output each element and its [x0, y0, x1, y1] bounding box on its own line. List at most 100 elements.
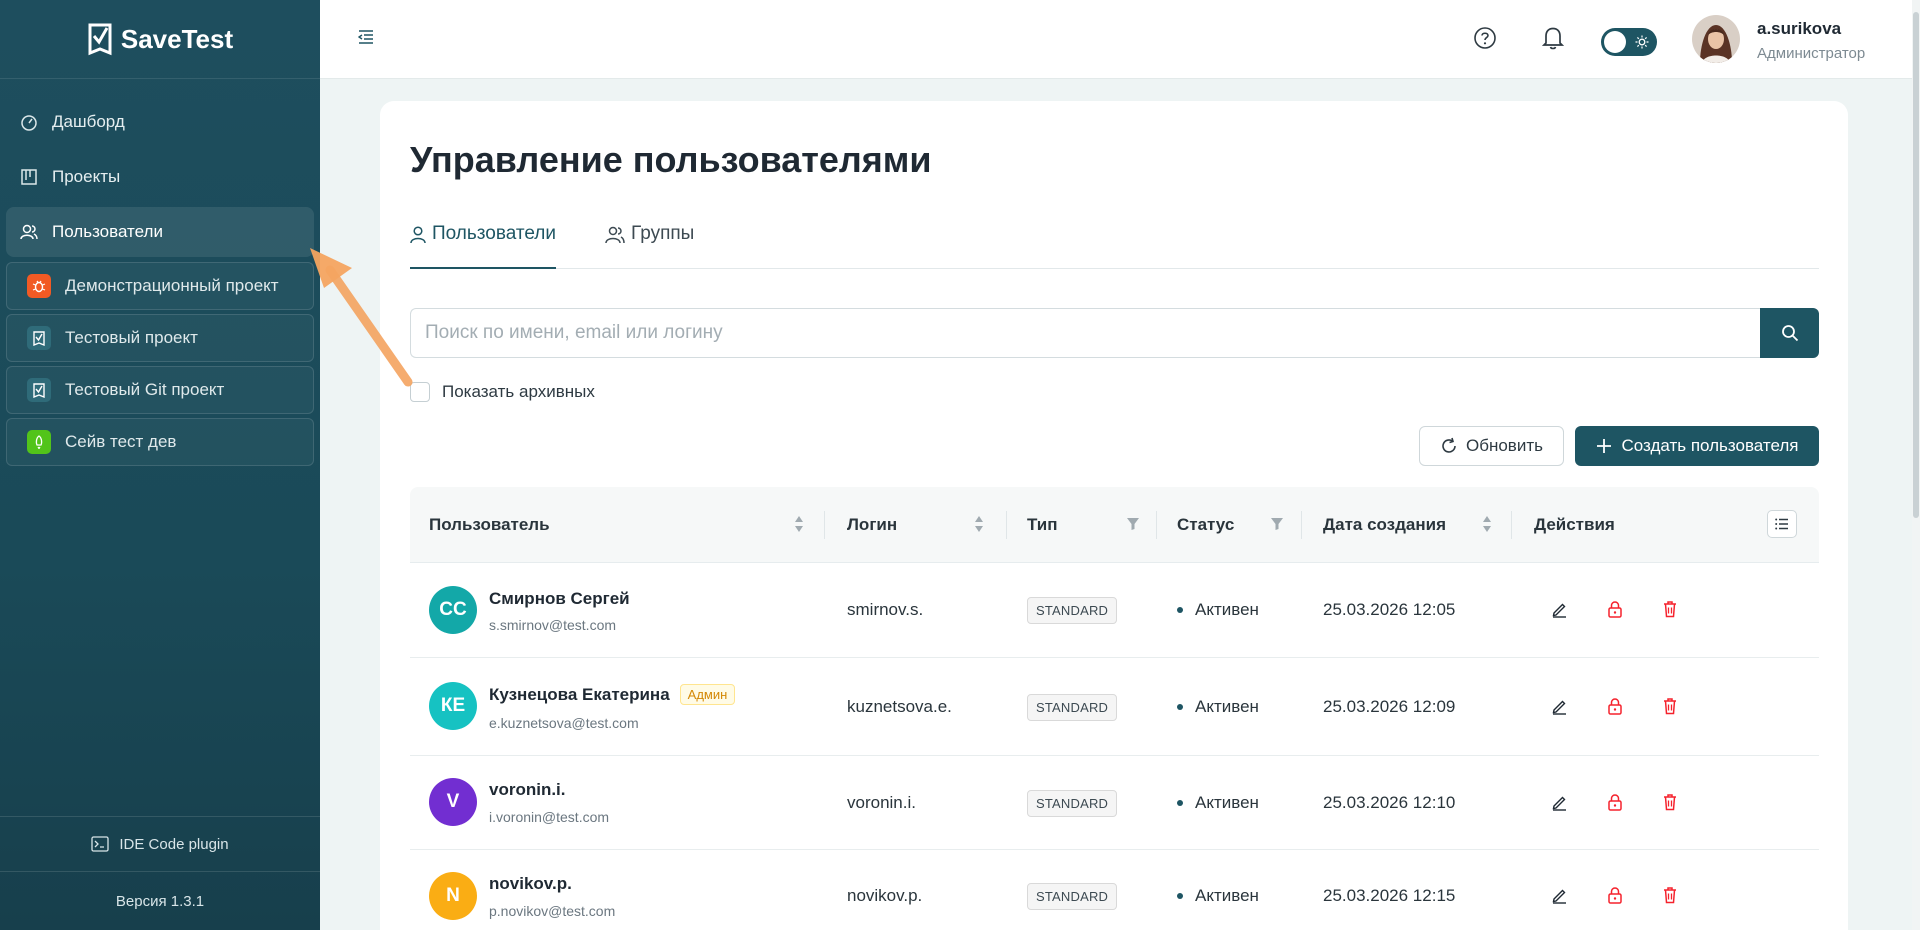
column-divider	[1006, 511, 1007, 539]
user-avatar[interactable]	[1692, 15, 1740, 63]
search-input[interactable]	[410, 308, 1760, 358]
user-email: p.novikov@test.com	[489, 903, 616, 919]
user-name: voronin.i.	[489, 780, 566, 799]
lock-icon[interactable]	[1607, 697, 1623, 720]
search-bar	[410, 308, 1819, 358]
toggle-knob	[1604, 31, 1626, 53]
search-button[interactable]	[1760, 308, 1819, 358]
plugin-label: IDE Code plugin	[119, 835, 229, 853]
table-row[interactable]: КЕ Кузнецова Екатерина Админ e.kuznetsova…	[410, 658, 1819, 756]
user-name-cell: Кузнецова Екатерина Админ	[489, 684, 736, 705]
bug-icon	[27, 274, 51, 298]
table-row[interactable]: V voronin.i. i.voronin@test.com voronin.…	[410, 756, 1819, 850]
user-email: i.voronin@test.com	[489, 809, 610, 825]
status-text: Активен	[1195, 697, 1259, 716]
status-dot	[1177, 800, 1183, 806]
tab-label: Пользователи	[432, 223, 557, 244]
edit-icon[interactable]	[1551, 794, 1568, 816]
sort-icon[interactable]	[1482, 515, 1492, 538]
nav-item-dashboard[interactable]: Дашборд	[6, 97, 314, 147]
col-header-login: Логин	[847, 515, 898, 534]
delete-icon[interactable]	[1663, 793, 1677, 816]
nav-item-projects[interactable]: Проекты	[6, 152, 314, 202]
users-card: Управление пользователями Пользователи Г…	[380, 101, 1848, 930]
lock-icon[interactable]	[1607, 793, 1623, 816]
project-item-test[interactable]: Тестовый проект	[6, 314, 314, 362]
refresh-label: Обновить	[1466, 436, 1543, 455]
table-row[interactable]: СС Смирнов Сергей s.smirnov@test.com smi…	[410, 563, 1819, 658]
user-icon	[410, 226, 426, 244]
status-dot	[1177, 704, 1183, 710]
nav-label: Дашборд	[52, 112, 125, 131]
project-label: Тестовый Git проект	[65, 380, 225, 399]
project-list: Демонстрационный проект Тестовый проект …	[0, 262, 320, 466]
user-email: e.kuznetsova@test.com	[489, 715, 639, 731]
nav-label: Пользователи	[52, 222, 163, 241]
col-header-status: Статус	[1177, 515, 1235, 534]
scrollbar-thumb[interactable]	[1913, 12, 1919, 518]
project-label: Тестовый проект	[65, 328, 198, 347]
brand-name: SaveTest	[120, 23, 234, 54]
created-cell: 25.03.2026 12:10	[1323, 793, 1456, 812]
project-item-dev[interactable]: Сейв тест дев	[6, 418, 314, 466]
user-name[interactable]: a.surikova	[1757, 19, 1841, 39]
show-archived-checkbox[interactable]	[410, 382, 430, 402]
delete-icon[interactable]	[1663, 600, 1677, 623]
table-row[interactable]: N novikov.p. p.novikov@test.com novikov.…	[410, 850, 1819, 930]
edit-icon[interactable]	[1551, 887, 1568, 909]
column-settings-button[interactable]	[1767, 510, 1797, 538]
filter-icon[interactable]	[1126, 517, 1140, 536]
users-table: Пользователь Логин Тип Статус Дата созда…	[410, 487, 1819, 930]
sort-icon[interactable]	[794, 515, 804, 538]
nav-item-users[interactable]: Пользователи	[6, 207, 314, 257]
table-header: Пользователь Логин Тип Статус Дата созда…	[410, 487, 1819, 563]
page-scrollbar[interactable]	[1912, 0, 1920, 930]
users-icon	[20, 224, 38, 240]
theme-toggle[interactable]	[1601, 28, 1657, 56]
create-label: Создать пользователя	[1621, 436, 1799, 455]
status-text: Активен	[1195, 886, 1259, 905]
lock-icon[interactable]	[1607, 886, 1623, 909]
status-cell: Активен	[1177, 600, 1259, 620]
logo[interactable]: SaveTest	[0, 0, 320, 79]
help-icon[interactable]	[1473, 26, 1497, 55]
filter-icon[interactable]	[1270, 517, 1284, 536]
app-version: Версия 1.3.1	[115, 892, 205, 910]
lock-icon[interactable]	[1607, 600, 1623, 623]
user-name-cell: voronin.i.	[489, 780, 566, 800]
user-name: Смирнов Сергей	[489, 589, 630, 608]
type-cell: STANDARD	[1027, 790, 1118, 817]
delete-icon[interactable]	[1663, 697, 1677, 720]
project-label: Демонстрационный проект	[65, 276, 279, 295]
tab-groups[interactable]: Группы	[605, 215, 694, 269]
column-divider	[1301, 511, 1302, 539]
admin-badge: Админ	[679, 684, 736, 705]
group-icon	[605, 226, 625, 244]
avatar: КЕ	[429, 682, 477, 730]
avatar: СС	[429, 586, 477, 634]
type-badge: STANDARD	[1027, 790, 1118, 817]
ide-plugin-link[interactable]: IDE Code plugin	[0, 816, 320, 872]
user-name: Кузнецова Екатерина	[489, 684, 670, 704]
col-header-type: Тип	[1027, 515, 1058, 534]
collapse-sidebar-icon[interactable]	[357, 30, 374, 49]
project-item-demo[interactable]: Демонстрационный проект	[6, 262, 314, 310]
tab-users[interactable]: Пользователи	[410, 215, 557, 269]
status-dot	[1177, 893, 1183, 899]
created-cell: 25.03.2026 12:15	[1323, 886, 1456, 905]
create-user-button[interactable]: Создать пользователя	[1575, 426, 1819, 466]
projects-icon	[21, 169, 37, 185]
search-icon	[1781, 325, 1798, 342]
bell-icon[interactable]	[1541, 25, 1565, 56]
type-cell: STANDARD	[1027, 694, 1118, 721]
savetest-logo-icon	[88, 23, 112, 56]
delete-icon[interactable]	[1663, 886, 1677, 909]
avatar: N	[429, 872, 477, 920]
type-cell: STANDARD	[1027, 597, 1118, 624]
edit-icon[interactable]	[1551, 601, 1568, 623]
project-item-git[interactable]: Тестовый Git проект	[6, 366, 314, 414]
sort-icon[interactable]	[974, 515, 984, 538]
edit-icon[interactable]	[1551, 698, 1568, 720]
user-email: s.smirnov@test.com	[489, 617, 617, 633]
refresh-button[interactable]: Обновить	[1419, 426, 1564, 466]
